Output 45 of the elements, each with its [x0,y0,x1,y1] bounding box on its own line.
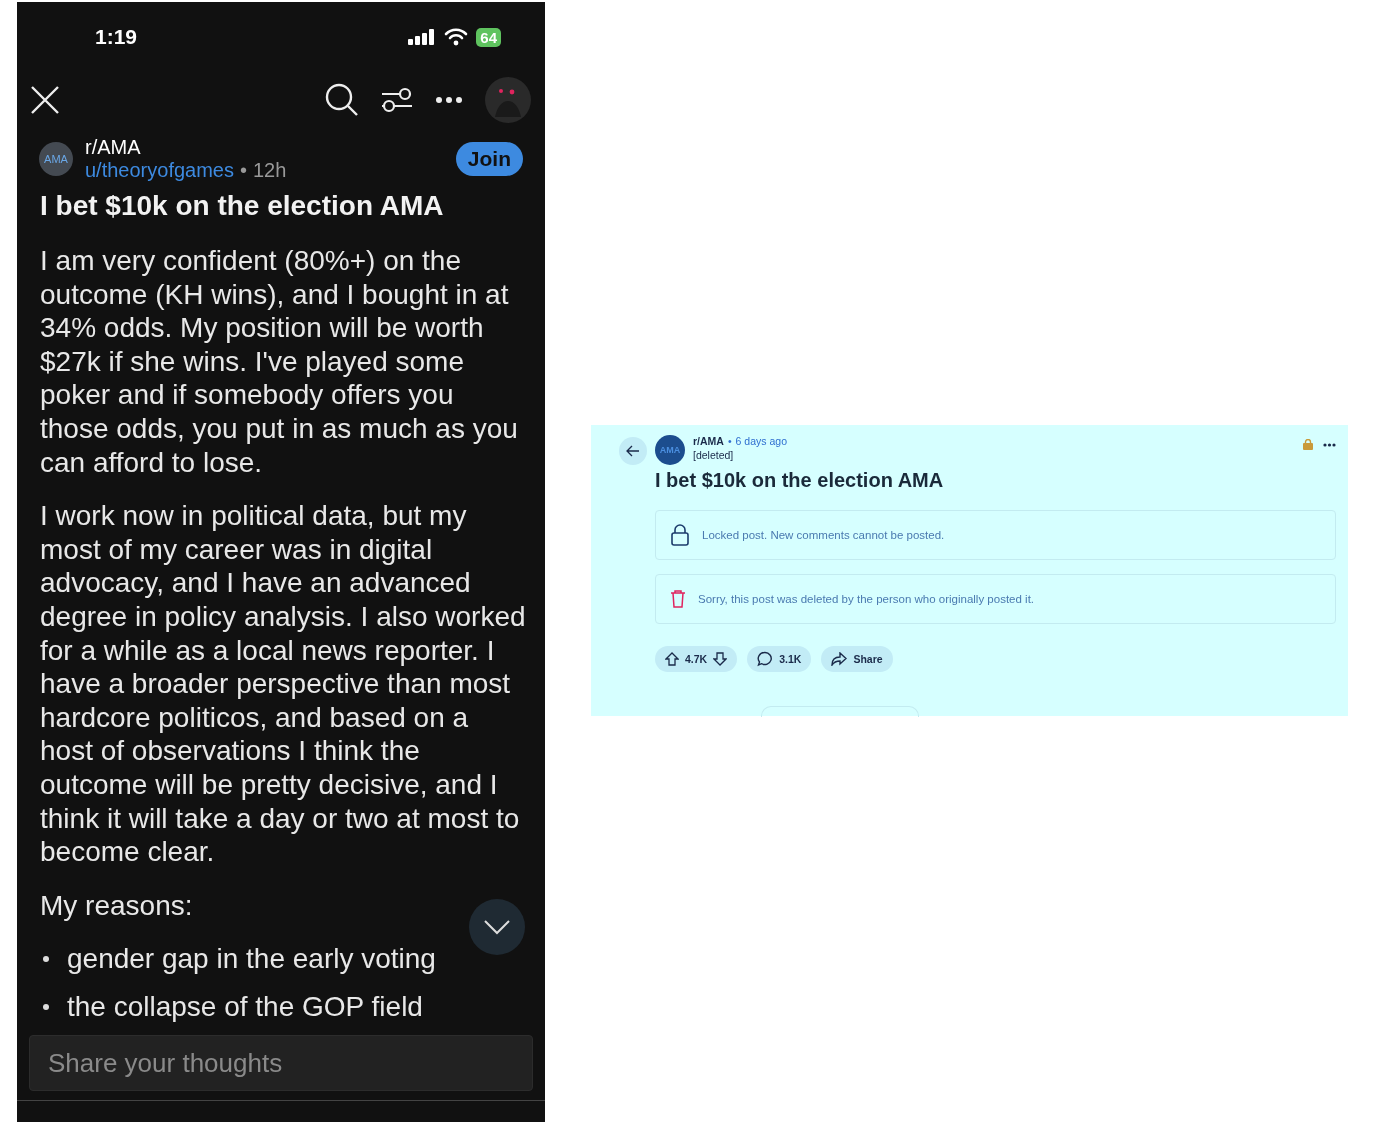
post-paragraph: I am very confident (80%+) on the outcome (KH wins), and I bought in at 34% odds. My position will be worth $27k if she wins. I've played some poker and if somebody offers you those odds, you put in as much as you can afford to lose. [40,244,519,480]
bullet-icon [43,956,49,963]
more-icon[interactable] [435,96,463,104]
battery-level: 64 [476,27,501,47]
bullet-text: gender gap in the early voting [67,942,436,976]
bullet-text: the collapse of the GOP field [67,989,423,1024]
post-paragraph: I work now in political data, but my most of my career was in digital advocacy, and I have an advanced degree in policy analysis. I also worked for a while as a local news reporter. I have a broader perspective than most hardcore politicos, and based on a host of observations I think the outcome will be pretty decisive, and I think it will take a day or two at most to become clear. [40,499,527,869]
search-icon[interactable] [325,83,359,117]
wifi-icon [444,28,469,46]
share-arrow-icon [831,652,848,666]
status-time: 1:19 [95,25,138,49]
author-name: [deleted] [693,449,735,461]
notice-text: Sorry, this post was deleted by the person who originally posted it. [698,593,1035,605]
speech-bubble-icon [757,651,774,667]
comments-button[interactable]: 3.1K [747,646,812,672]
scroll-down-button[interactable] [469,899,525,955]
more-icon[interactable] [1323,442,1336,447]
lock-icon [670,524,690,546]
post-age: 6 days ago [735,435,787,447]
vote-button[interactable]: 4.7K [655,646,738,672]
post-title: I bet $10k on the election AMA [39,189,445,222]
sliders-icon[interactable] [381,86,413,114]
author-link[interactable]: u/theoryofgames [85,159,234,182]
post-age: 12h [253,159,287,182]
subreddit-avatar[interactable]: AMA [39,142,73,176]
notice-text: Locked post. New comments cannot be posted. [702,529,945,541]
close-icon[interactable] [29,84,61,116]
bullet-icon [43,1003,49,1010]
back-button[interactable] [619,437,647,465]
post-paragraph: My reasons: [40,888,194,923]
chevron-down-icon [483,919,511,935]
separator-dot: • [727,435,732,447]
subreddit-name[interactable]: r/AMA [85,136,444,159]
share-button[interactable]: Share [821,646,893,672]
subreddit-name[interactable]: r/AMA [693,435,724,447]
comment-field[interactable]: Share your thoughts [29,1035,533,1091]
upvote-icon[interactable] [665,652,679,666]
join-button[interactable]: Join [455,142,523,176]
downvote-icon[interactable] [713,652,728,666]
post-title: I bet $10k on the election AMA [655,469,945,492]
trash-icon [670,589,686,609]
back-arrow-icon [626,445,640,457]
lock-icon [1303,439,1313,450]
separator-dot: • [240,159,247,182]
signal-icon [408,29,437,45]
